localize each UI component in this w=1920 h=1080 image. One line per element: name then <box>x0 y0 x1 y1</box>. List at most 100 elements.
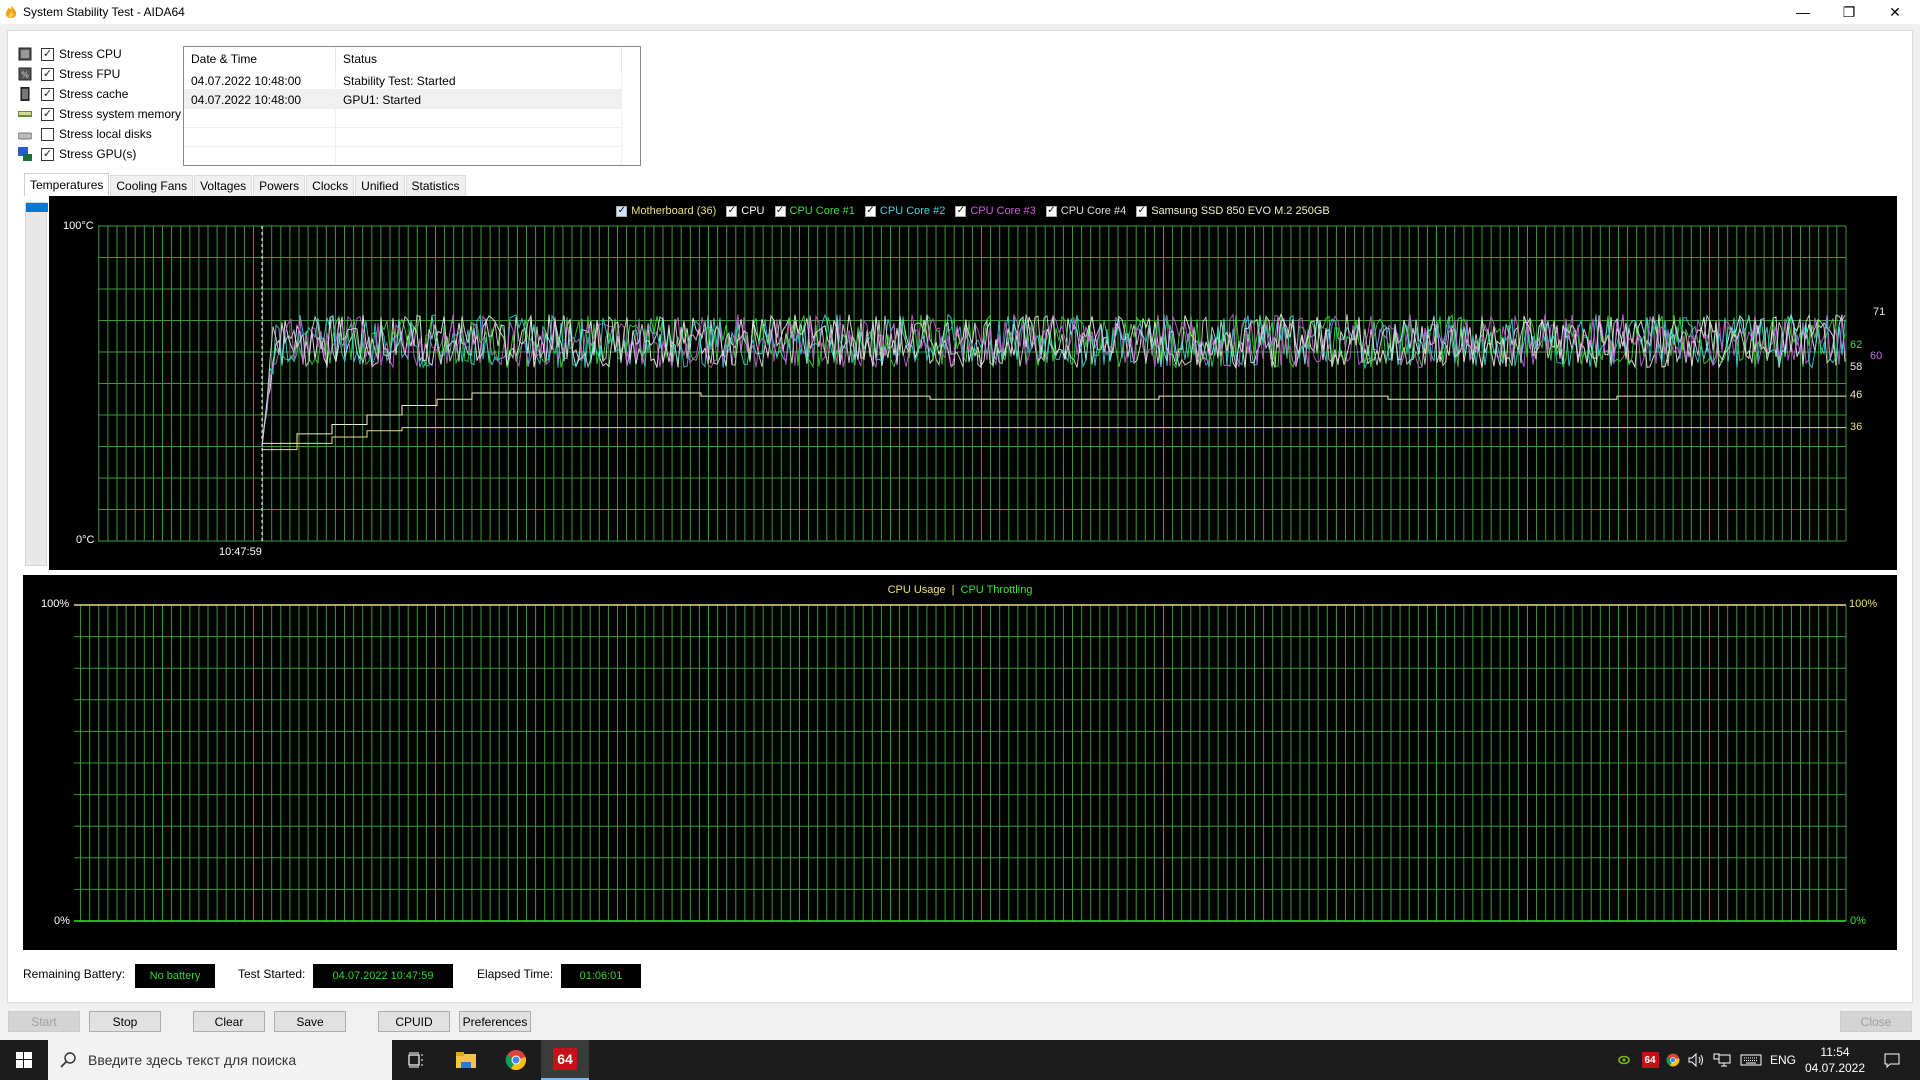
save-button[interactable]: Save <box>274 1011 346 1032</box>
legend-item[interactable]: ✓ CPU Core #3 <box>955 205 1036 217</box>
legend-item[interactable]: ✓ CPU Core #2 <box>864 205 945 217</box>
start-menu-button[interactable] <box>0 1040 48 1080</box>
stress-label: Stress GPU(s) <box>59 147 137 161</box>
keyboard-icon <box>1740 1054 1762 1066</box>
title-bar: System Stability Test - AIDA64 — ❐ ✕ <box>0 0 1920 24</box>
nvidia-tray-icon[interactable] <box>1614 1040 1634 1080</box>
tab-powers[interactable]: Powers <box>253 175 306 196</box>
task-view-button[interactable] <box>392 1040 440 1080</box>
legend-item[interactable]: ✓ Motherboard (36) <box>616 205 716 217</box>
cpu-icon <box>18 47 32 61</box>
fpu-icon: % <box>18 67 32 81</box>
battery-label: Remaining Battery: <box>23 967 126 981</box>
disk-icon <box>18 132 32 140</box>
stress-checkbox[interactable]: ✓ <box>41 67 54 81</box>
legend-item[interactable]: ✓ CPU Core #1 <box>774 205 855 217</box>
test-started-value: 04.07.2022 10:47:59 <box>313 964 453 988</box>
tab-unified[interactable]: Unified <box>355 175 405 196</box>
legend-checkbox[interactable]: ✓ <box>1045 205 1057 217</box>
search-icon <box>60 1052 76 1068</box>
memory-icon <box>18 111 32 117</box>
clear-button[interactable]: Clear <box>193 1011 265 1032</box>
temperature-plot <box>98 225 1847 542</box>
legend-checkbox[interactable]: ✓ <box>955 205 967 217</box>
stress-checkbox[interactable]: ✓ <box>41 147 54 161</box>
stress-label: Stress CPU <box>59 47 122 61</box>
column-header-status[interactable]: Status <box>336 47 622 71</box>
clock-time: 11:54 <box>1820 1045 1850 1059</box>
log-status: Stability Test: Started <box>336 71 622 90</box>
preferences-button[interactable]: Preferences <box>459 1011 531 1032</box>
legend-item[interactable]: ✓ Samsung SSD 850 EVO M.2 250GB <box>1136 205 1330 217</box>
minimize-icon: — <box>1796 4 1810 20</box>
stress-checkbox[interactable]: ✓ <box>41 107 54 121</box>
stress-option-stress-cpu[interactable]: ✓ Stress CPU <box>18 45 122 63</box>
legend-checkbox[interactable]: ✓ <box>774 205 786 217</box>
chrome-tray-icon[interactable] <box>1663 1040 1683 1080</box>
stress-option-stress-local-disks[interactable]: Stress local disks <box>18 125 152 143</box>
stop-button[interactable]: Stop <box>89 1011 161 1032</box>
network-tray-icon[interactable] <box>1711 1040 1733 1080</box>
legend-item[interactable]: ✓ CPU <box>726 205 765 217</box>
legend-cpu-usage: CPU Usage <box>887 584 946 596</box>
cpu-usage-plot <box>74 604 1847 922</box>
cpuid-button[interactable]: CPUID <box>378 1011 450 1032</box>
usage-value-right: 100% <box>1849 598 1878 610</box>
chrome-icon <box>505 1050 526 1071</box>
legend-item[interactable]: ✓ CPU Core #4 <box>1045 205 1127 217</box>
stress-option-stress-system-memory[interactable]: ✓ Stress system memory <box>18 105 181 123</box>
legend-cpu-throttling: CPU Throttling <box>960 584 1033 596</box>
stress-checkbox[interactable]: ✓ <box>41 87 54 101</box>
graph-scrollbar[interactable] <box>25 202 48 566</box>
taskbar-search-input[interactable]: Введите здесь текст для поиска <box>48 1040 392 1080</box>
legend-checkbox[interactable]: ✓ <box>726 205 738 217</box>
gpu-icon <box>18 147 32 161</box>
stress-option-stress-cache[interactable]: ✓ Stress cache <box>18 85 128 103</box>
close-icon: ✕ <box>1889 3 1901 20</box>
clock[interactable]: 11:54 04.07.2022 <box>1804 1040 1866 1080</box>
keyboard-tray-icon[interactable] <box>1738 1040 1764 1080</box>
stress-option-stress-gpu-s[interactable]: ✓ Stress GPU(s) <box>18 145 136 163</box>
stress-option-stress-fpu[interactable]: % ✓ Stress FPU <box>18 65 120 83</box>
legend-separator: | <box>951 584 955 596</box>
event-log-table[interactable]: Date & Time Status 04.07.2022 10:48:00 S… <box>183 46 641 166</box>
legend-label: CPU Core #4 <box>1060 205 1127 217</box>
log-row[interactable]: 04.07.2022 10:48:00 GPU1: Started <box>184 90 622 109</box>
windows-logo-icon <box>16 1052 32 1068</box>
volume-tray-icon[interactable] <box>1686 1040 1708 1080</box>
aida64-taskbar-button[interactable]: 64 <box>541 1040 589 1080</box>
y-axis-max-label: 100°C <box>63 220 94 232</box>
stress-checkbox[interactable]: ✓ <box>41 47 54 61</box>
close-button[interactable]: Close <box>1840 1011 1912 1032</box>
legend-checkbox[interactable]: ✓ <box>1136 205 1148 217</box>
file-explorer-button[interactable] <box>442 1040 490 1080</box>
aida64-tray-icon[interactable]: 64 <box>1640 1040 1660 1080</box>
minimize-button[interactable]: — <box>1780 0 1826 24</box>
tab-cooling-fans[interactable]: Cooling Fans <box>110 175 194 196</box>
tab-clocks[interactable]: Clocks <box>306 175 355 196</box>
stress-checkbox[interactable] <box>41 127 54 141</box>
current-value-label: 71 <box>1873 306 1886 319</box>
temperature-legend: ✓ Motherboard (36) ✓ CPU ✓ CPU Core #1 ✓ CPU Co… <box>49 205 1897 217</box>
legend-checkbox[interactable]: ✓ <box>864 205 876 217</box>
log-row[interactable]: 04.07.2022 10:48:00 Stability Test: Star… <box>184 71 622 90</box>
throttling-value-right: 0% <box>1850 915 1866 927</box>
column-header-datetime[interactable]: Date & Time <box>184 47 336 71</box>
close-window-button[interactable]: ✕ <box>1872 0 1918 24</box>
restore-button[interactable]: ❐ <box>1826 0 1872 24</box>
test-started-label: Test Started: <box>238 967 306 981</box>
cpu-usage-chart: CPU Usage | CPU Throttling 100% 0% 100% … <box>23 575 1897 950</box>
current-value-label: 62 <box>1850 338 1863 351</box>
tab-statistics[interactable]: Statistics <box>405 175 466 196</box>
chrome-button[interactable] <box>492 1040 540 1080</box>
tab-temperatures[interactable]: Temperatures <box>24 173 110 196</box>
tab-voltages[interactable]: Voltages <box>194 175 253 196</box>
start-button[interactable]: Start <box>8 1011 80 1032</box>
log-status: GPU1: Started <box>336 90 622 109</box>
scrollbar-thumb[interactable] <box>26 203 48 212</box>
language-indicator[interactable]: ENG <box>1768 1040 1798 1080</box>
action-center-button[interactable] <box>1872 1040 1912 1080</box>
legend-checkbox[interactable]: ✓ <box>616 205 628 217</box>
start-time-label: 10:47:59 <box>219 546 262 558</box>
y-axis-max-label: 100% <box>41 598 70 610</box>
